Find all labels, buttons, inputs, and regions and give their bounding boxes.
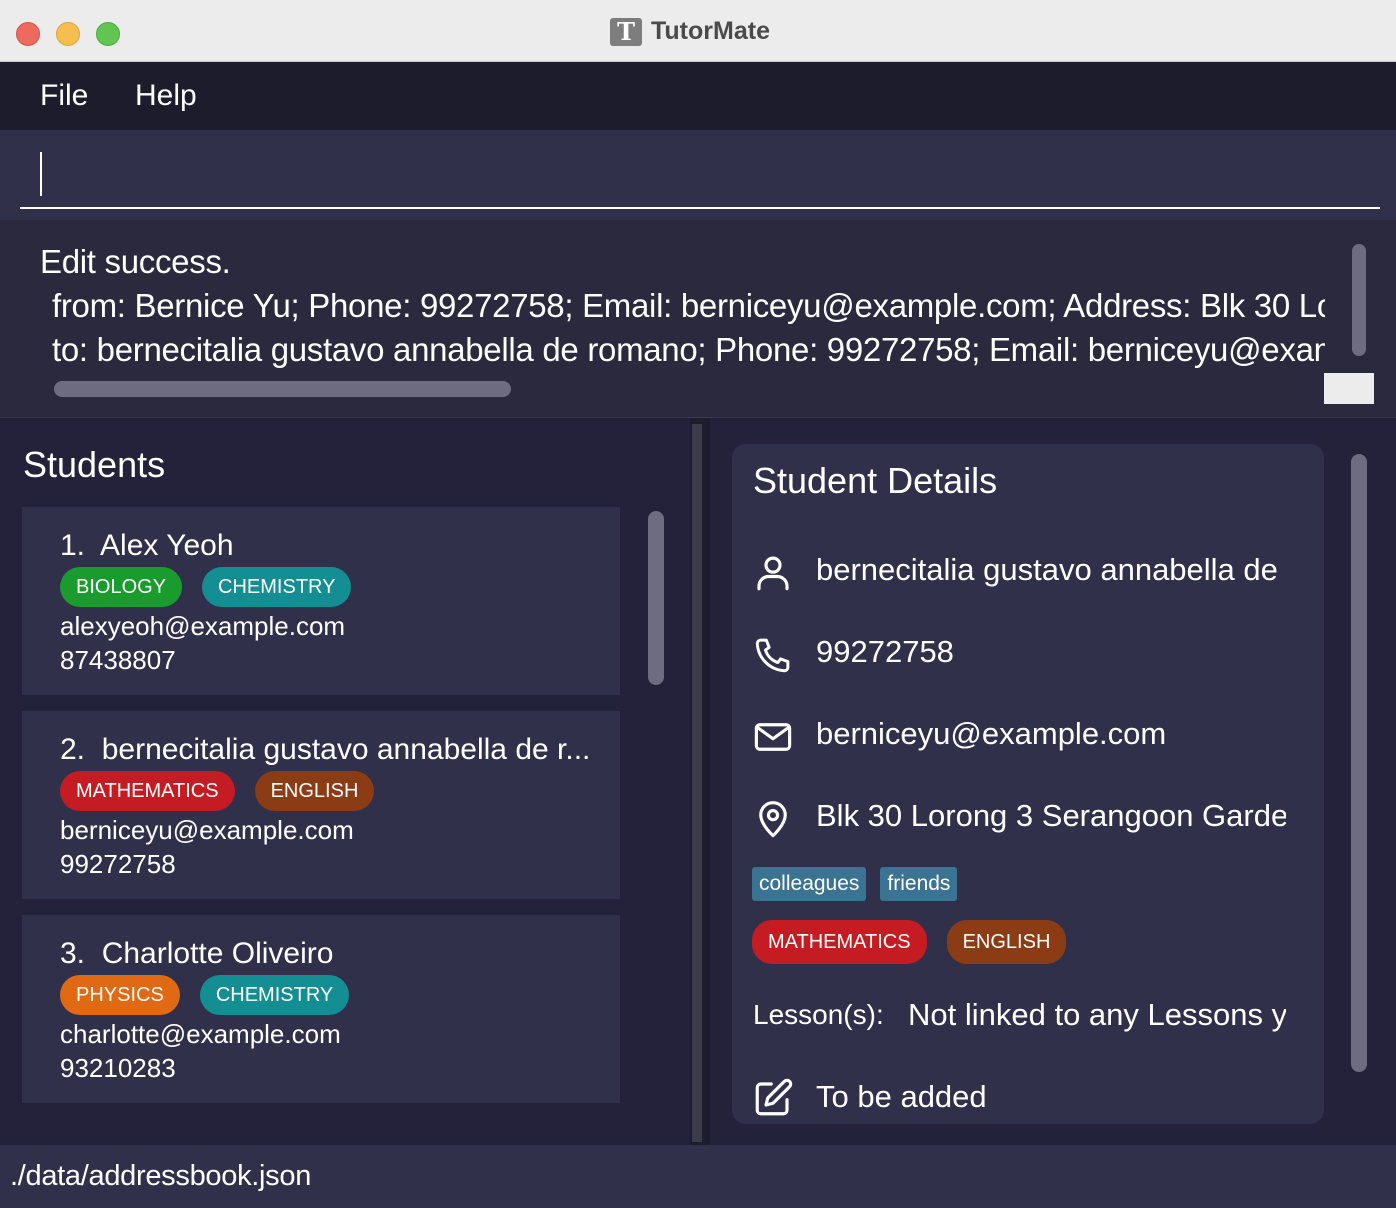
students-panel-title: Students bbox=[23, 444, 166, 485]
divider-line bbox=[692, 424, 702, 1142]
scrollbar-corner bbox=[1324, 373, 1374, 404]
result-vertical-scrollbar[interactable] bbox=[1352, 244, 1366, 356]
window-title: TutorMate bbox=[651, 17, 770, 45]
student-index: 3. bbox=[60, 937, 86, 970]
lessons-label: Lesson(s): bbox=[753, 999, 884, 1030]
edit-icon bbox=[755, 1078, 793, 1116]
result-text-area[interactable]: Edit success. from: Bernice Yu; Phone: 9… bbox=[40, 240, 1325, 400]
result-display: Edit success. from: Bernice Yu; Phone: 9… bbox=[0, 220, 1396, 418]
text-caret bbox=[40, 152, 42, 196]
student-name-text: bernecitalia gustavo annabella de r... bbox=[101, 733, 591, 766]
student-name-text: Charlotte Oliveiro bbox=[101, 937, 334, 970]
mail-icon bbox=[754, 723, 792, 751]
window-titlebar: T TutorMate bbox=[0, 0, 1396, 62]
command-area bbox=[0, 130, 1396, 220]
student-card[interactable]: 3. Charlotte Oliveiro PHYSICS CHEMISTRY … bbox=[22, 915, 620, 1103]
person-icon bbox=[757, 556, 789, 591]
student-name: 2. bernecitalia gustavo annabella de r..… bbox=[60, 733, 590, 767]
student-index: 2. bbox=[60, 733, 86, 766]
student-card[interactable]: 1. Alex Yeoh BIOLOGY CHEMISTRY alexyeoh@… bbox=[22, 507, 620, 695]
subject-chip: ENGLISH bbox=[946, 920, 1067, 964]
details-email: berniceyu@example.com bbox=[816, 716, 1167, 751]
subject-chip: MATHEMATICS bbox=[60, 771, 235, 811]
subject-chips: MATHEMATICS ENGLISH bbox=[60, 771, 375, 811]
student-email: berniceyu@example.com bbox=[60, 815, 354, 845]
menu-bar: File Help bbox=[0, 63, 1396, 130]
app-logo-icon: T bbox=[610, 18, 642, 46]
details-subject-chips: MATHEMATICS ENGLISH bbox=[752, 920, 1067, 964]
subject-chip: CHEMISTRY bbox=[202, 567, 352, 607]
subject-chip: ENGLISH bbox=[254, 771, 375, 811]
details-scrollbar[interactable] bbox=[1351, 454, 1367, 1072]
menu-file[interactable]: File bbox=[40, 79, 88, 113]
student-name-text: Alex Yeoh bbox=[100, 529, 234, 562]
details-tags: colleagues friends bbox=[752, 867, 958, 901]
subject-chip: CHEMISTRY bbox=[199, 975, 350, 1015]
details-phone: 99272758 bbox=[816, 634, 954, 669]
student-name: 3. Charlotte Oliveiro bbox=[60, 937, 333, 971]
student-phone: 93210283 bbox=[60, 1053, 176, 1083]
student-details-card: Student Details bernecitalia gustavo ann… bbox=[732, 444, 1324, 1124]
tag-label: friends bbox=[880, 867, 958, 901]
result-horizontal-scrollbar[interactable] bbox=[54, 381, 511, 397]
student-card[interactable]: 2. bernecitalia gustavo annabella de r..… bbox=[22, 711, 620, 899]
details-remark: To be added bbox=[816, 1079, 987, 1114]
maximize-window-button[interactable] bbox=[96, 22, 120, 46]
details-panel: Student Details bernecitalia gustavo ann… bbox=[710, 419, 1396, 1145]
students-panel: Students 1. Alex Yeoh BIOLOGY CHEMISTRY … bbox=[0, 419, 690, 1145]
status-bar: ./data/addressbook.json bbox=[0, 1145, 1396, 1208]
subject-chip: PHYSICS bbox=[60, 975, 180, 1015]
subject-chip: MATHEMATICS bbox=[752, 920, 927, 964]
close-window-button[interactable] bbox=[16, 22, 40, 46]
details-title: Student Details bbox=[753, 460, 998, 501]
subject-chips: BIOLOGY CHEMISTRY bbox=[60, 567, 352, 607]
subject-chip: BIOLOGY bbox=[60, 567, 183, 607]
student-email: charlotte@example.com bbox=[60, 1019, 341, 1049]
command-input[interactable] bbox=[20, 130, 1380, 209]
location-pin-icon bbox=[759, 801, 787, 838]
student-phone: 87438807 bbox=[60, 645, 176, 675]
student-email: alexyeoh@example.com bbox=[60, 611, 346, 641]
result-line: to: bernecitalia gustavo annabella de ro… bbox=[52, 331, 1325, 368]
details-address: Blk 30 Lorong 3 Serangoon Gardens bbox=[816, 798, 1286, 833]
menu-help[interactable]: Help bbox=[135, 79, 197, 113]
students-list-scrollbar[interactable] bbox=[648, 511, 664, 685]
subject-chips: PHYSICS CHEMISTRY bbox=[60, 975, 350, 1015]
details-name: bernecitalia gustavo annabella de romano bbox=[816, 552, 1286, 587]
student-phone: 99272758 bbox=[60, 849, 176, 879]
minimize-window-button[interactable] bbox=[56, 22, 80, 46]
student-index: 1. bbox=[60, 529, 86, 562]
result-line: Edit success. bbox=[40, 243, 231, 280]
student-name: 1. Alex Yeoh bbox=[60, 529, 234, 563]
tag-label: colleagues bbox=[752, 867, 867, 901]
result-line: from: Bernice Yu; Phone: 99272758; Email… bbox=[52, 287, 1325, 324]
phone-icon bbox=[755, 638, 790, 673]
lessons-value: Not linked to any Lessons yet bbox=[908, 997, 1286, 1032]
data-file-path: ./data/addressbook.json bbox=[10, 1160, 312, 1192]
